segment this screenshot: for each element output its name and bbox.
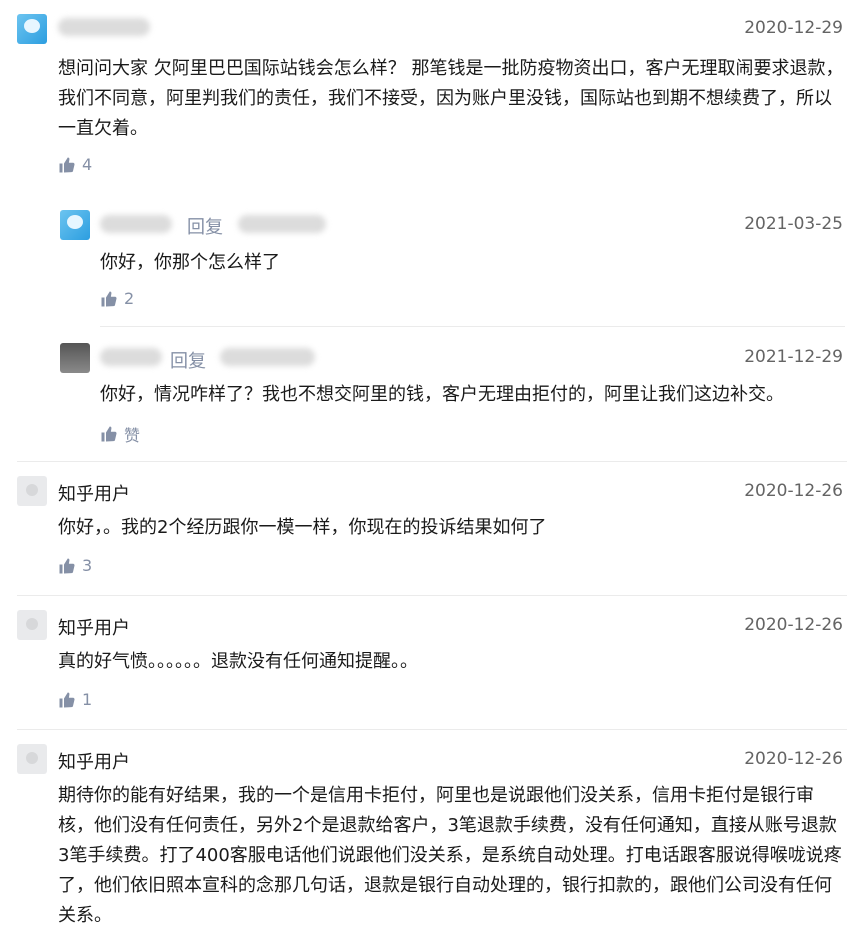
comment-date: 2020-12-26: [744, 615, 843, 635]
comment-text: 你好，你那个怎么样了: [100, 252, 280, 273]
avatar[interactable]: [17, 476, 47, 506]
like-count: 3: [82, 556, 93, 575]
comment-item: 知乎用户 2020-12-26 真的好气愤。。。。。。退款没有任何通知提醒。。 …: [0, 596, 865, 728]
comment-text: 你好，情况咋样了？我也不想交阿里的钱，客户无理由拒付的，阿里让我们这边补交。: [100, 384, 784, 405]
comment-item: 知乎用户 2020-12-26 期待你的能有好结果，我的一个是信用卡拒付，阿里也…: [0, 730, 865, 940]
avatar[interactable]: [17, 610, 47, 640]
reply-target-blurred[interactable]: [238, 215, 326, 233]
author-name[interactable]: 知乎用户: [58, 480, 130, 506]
like-button[interactable]: 1: [58, 690, 92, 709]
thumbs-up-icon: [101, 291, 117, 306]
like-count: 赞: [124, 426, 141, 445]
avatar[interactable]: [17, 14, 47, 44]
comment-text: 你好，。我的2个经历跟你一模一样，你现在的投诉结果如何了: [58, 517, 547, 538]
reply-item: 回复 2021-12-29 你好，情况咋样了？我也不想交阿里的钱，客户无理由拒付…: [0, 330, 865, 460]
author-name-blurred[interactable]: [100, 348, 162, 366]
comment-date: 2020-12-26: [744, 481, 843, 501]
thumbs-up-icon: [101, 426, 117, 442]
comment-item: 知乎用户 2020-12-26 你好，。我的2个经历跟你一模一样，你现在的投诉结…: [0, 462, 865, 594]
like-button[interactable]: 3: [58, 556, 92, 575]
comment-text: 真的好气愤。。。。。。退款没有任何通知提醒。。: [58, 651, 418, 672]
divider: [100, 326, 845, 327]
like-button[interactable]: 赞: [100, 422, 140, 446]
like-count: 1: [82, 690, 93, 709]
like-count: 2: [124, 289, 135, 308]
comment-text: 想问问大家 欠阿里巴巴国际站钱会怎么样？ 那笔钱是一批防疫物资出口，客户无理取闹…: [58, 58, 844, 139]
avatar[interactable]: [17, 744, 47, 774]
author-name[interactable]: 知乎用户: [58, 748, 130, 774]
author-name[interactable]: 知乎用户: [58, 614, 130, 640]
reply-target-blurred[interactable]: [220, 348, 315, 366]
like-count: 4: [82, 155, 93, 174]
avatar[interactable]: [60, 343, 90, 373]
author-name-blurred[interactable]: [100, 215, 172, 233]
avatar[interactable]: [60, 210, 90, 240]
reply-item: 回复 2021-03-25 你好，你那个怎么样了 2: [0, 200, 865, 328]
reply-label: 回复: [187, 217, 223, 238]
comment-date: 2020-12-26: [744, 749, 843, 769]
comment-date: 2020-12-29: [744, 18, 843, 38]
thumbs-up-icon: [59, 558, 75, 573]
comment-text: 期待你的能有好结果，我的一个是信用卡拒付，阿里也是说跟他们没关系，信用卡拒付是银…: [58, 785, 842, 926]
thumbs-up-icon: [59, 692, 75, 707]
like-button[interactable]: 4: [58, 155, 92, 174]
comment-date: 2021-03-25: [744, 214, 843, 234]
comment-item: 2020-12-29 想问问大家 欠阿里巴巴国际站钱会怎么样？ 那笔钱是一批防疫…: [0, 0, 865, 200]
thumbs-up-icon: [59, 157, 75, 172]
author-name-blurred[interactable]: [58, 18, 150, 36]
reply-label: 回复: [170, 351, 206, 372]
like-button[interactable]: 2: [100, 289, 134, 308]
comment-date: 2021-12-29: [744, 347, 843, 367]
